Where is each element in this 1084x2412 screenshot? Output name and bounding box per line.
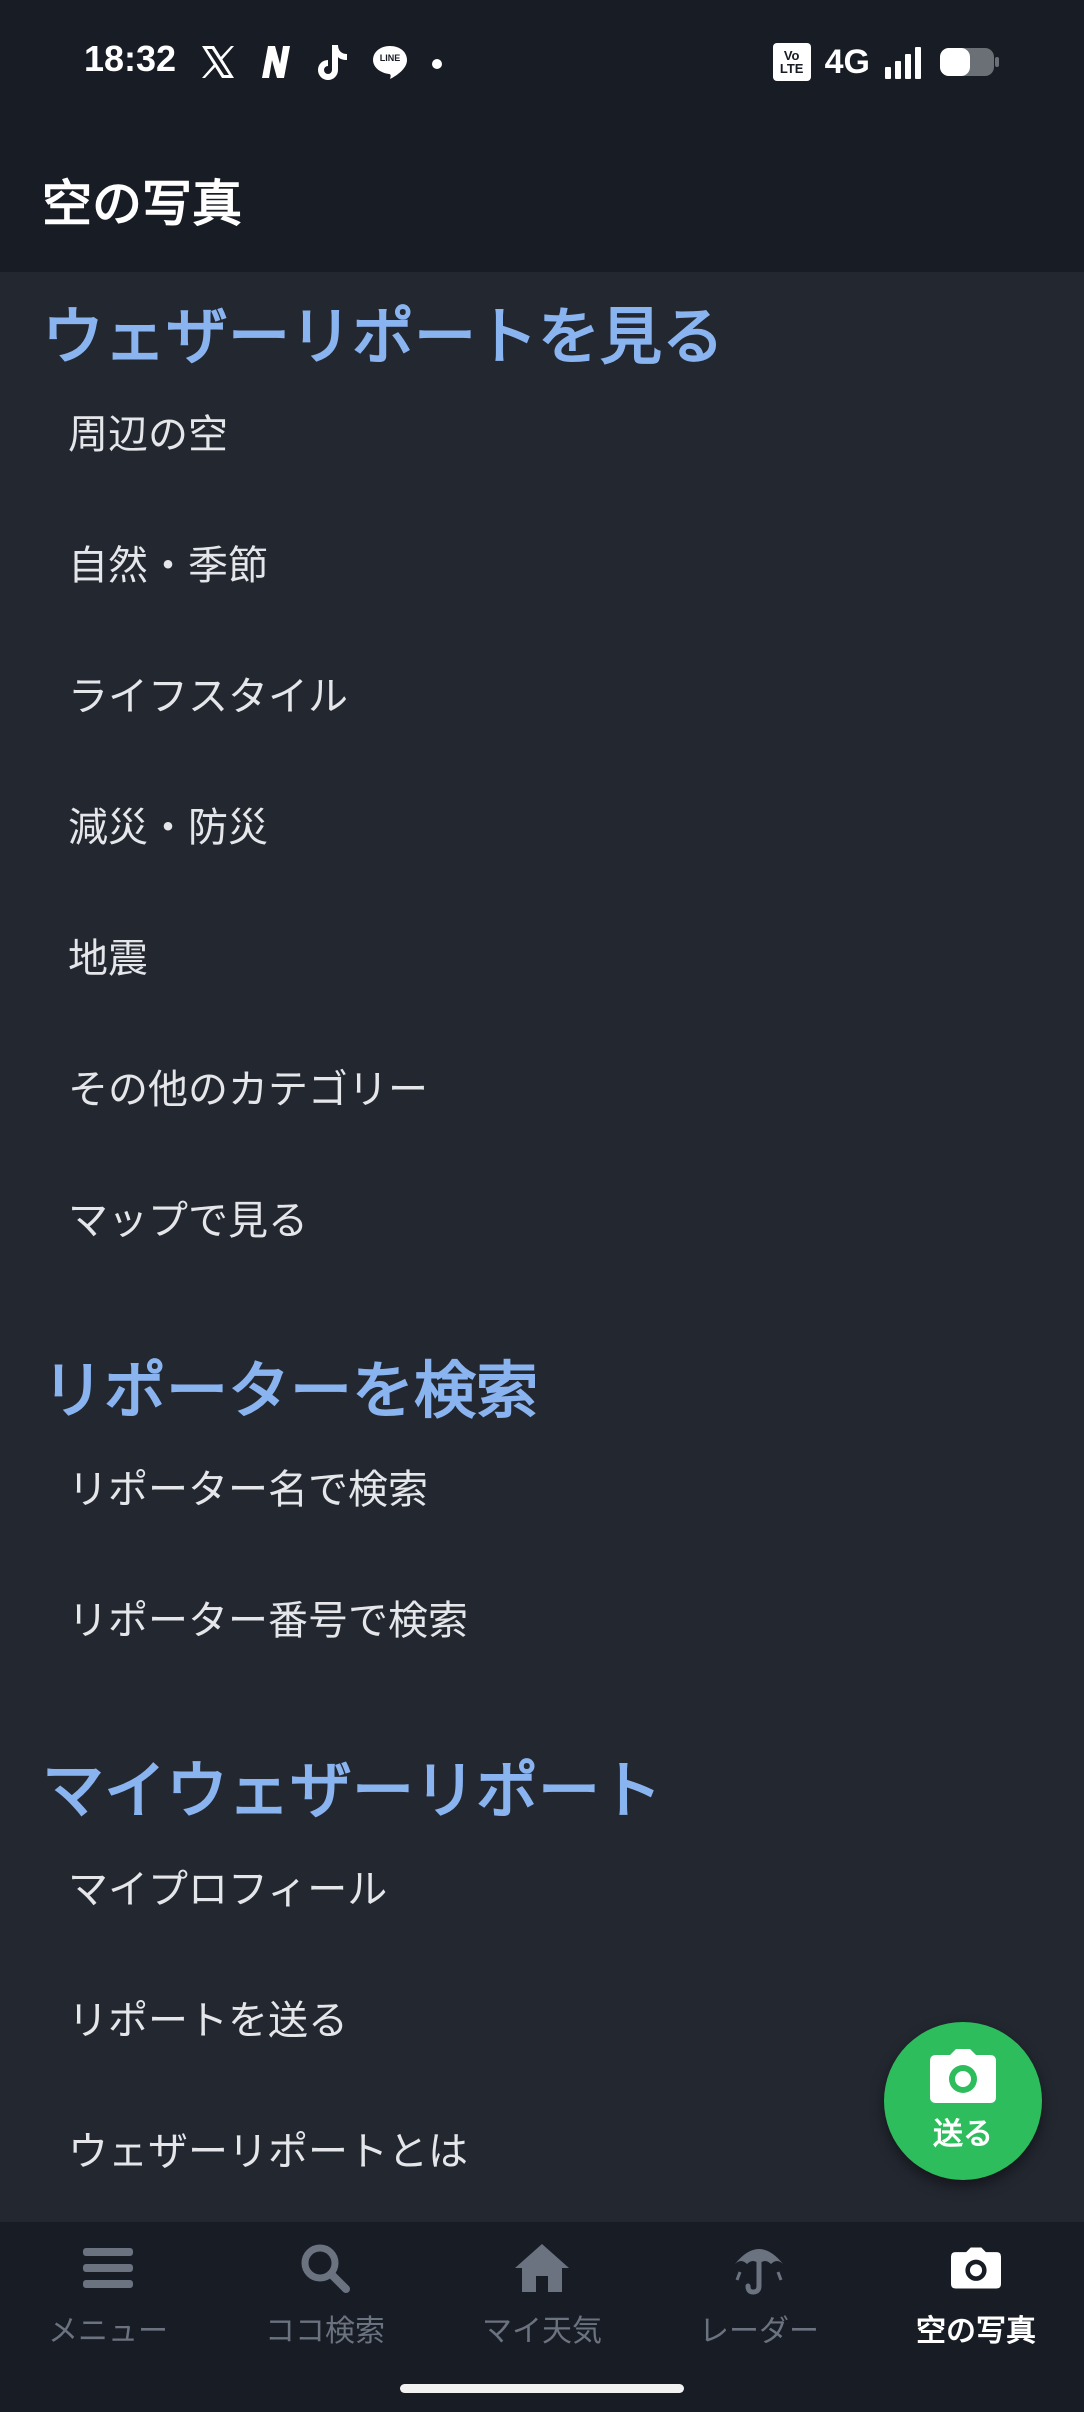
- nav-tab-sky-photos[interactable]: 空の写真: [868, 2236, 1084, 2356]
- section-heading-search-reporters: リポーターを検索: [42, 1354, 539, 1427]
- nav-label-my-weather: マイ天気: [482, 2314, 602, 2349]
- menu-item-send-report[interactable]: リポートを送る: [68, 1988, 348, 2046]
- volte-icon: Vo LTE: [772, 43, 811, 81]
- nav-label-menu: メニュー: [48, 2314, 168, 2349]
- umbrella-radar-icon: [735, 2249, 783, 2295]
- nav-label-sky-photos: 空の写真: [916, 2314, 1036, 2349]
- volte-text-bottom: LTE: [779, 61, 804, 76]
- menu-item-search-by-reporter-name[interactable]: リポーター名で検索: [68, 1457, 428, 1515]
- menu-item-about-weather-report[interactable]: ウェザーリポートとは: [68, 2119, 468, 2177]
- menu-item-view-on-map[interactable]: マップで見る: [68, 1188, 308, 1246]
- fab-label: 送る: [933, 2117, 993, 2152]
- more-notifications-dot-icon: [432, 59, 442, 69]
- nav-tab-my-weather[interactable]: マイ天気: [434, 2236, 650, 2356]
- section-heading-view-reports: ウェザーリポートを見る: [42, 300, 725, 373]
- gesture-home-indicator[interactable]: [400, 2384, 684, 2393]
- menu-item-nearby-sky[interactable]: 周辺の空: [68, 402, 228, 460]
- menu-item-earthquake[interactable]: 地震: [68, 926, 148, 984]
- line-icon: LINE: [370, 42, 410, 82]
- system-indicators: Vo LTE 4G: [772, 40, 1000, 84]
- camera-icon: [951, 2247, 1001, 2289]
- weathernews-sky-photos-screen: 18:32 LINE Vo LTE 4G 空の写真 ウェザーリポートを見る 周辺…: [0, 0, 1084, 2412]
- send-report-fab[interactable]: 送る: [884, 2022, 1042, 2180]
- status-bar: 18:32 LINE Vo LTE 4G: [0, 0, 1084, 120]
- menu-item-lifestyle[interactable]: ライフスタイル: [68, 664, 348, 722]
- battery-icon: [940, 48, 999, 76]
- n-app-icon: [262, 46, 290, 78]
- x-icon: [202, 46, 234, 78]
- app-bar: 空の写真: [0, 120, 1084, 272]
- nav-tab-radar[interactable]: レーダー: [651, 2236, 867, 2356]
- page-title: 空の写真: [42, 175, 242, 233]
- menu-item-nature-season[interactable]: 自然・季節: [68, 533, 268, 591]
- hamburger-menu-icon: [83, 2248, 133, 2288]
- notification-icons: LINE: [198, 40, 444, 84]
- camera-icon: [930, 2049, 996, 2103]
- nav-label-koko-search: ココ検索: [265, 2314, 385, 2349]
- menu-item-other-categories[interactable]: その他のカテゴリー: [68, 1057, 428, 1115]
- line-badge-text: LINE: [379, 53, 401, 63]
- nav-label-radar: レーダー: [699, 2314, 819, 2349]
- nav-tab-koko-search[interactable]: ココ検索: [217, 2236, 433, 2356]
- menu-item-search-by-reporter-number[interactable]: リポーター番号で検索: [68, 1588, 468, 1646]
- menu-item-disaster-prevention[interactable]: 減災・防災: [68, 795, 268, 853]
- status-time: 18:32: [84, 38, 177, 79]
- menu-item-my-profile[interactable]: マイプロフィール: [68, 1857, 387, 1915]
- search-icon: [301, 2244, 350, 2293]
- tiktok-icon: [318, 45, 347, 80]
- signal-strength-icon: [885, 47, 921, 79]
- home-icon: [515, 2244, 569, 2292]
- network-type: 4G: [824, 42, 870, 81]
- nav-tab-menu[interactable]: メニュー: [0, 2236, 216, 2356]
- section-heading-my-weather-report: マイウェザーリポート: [42, 1754, 663, 1827]
